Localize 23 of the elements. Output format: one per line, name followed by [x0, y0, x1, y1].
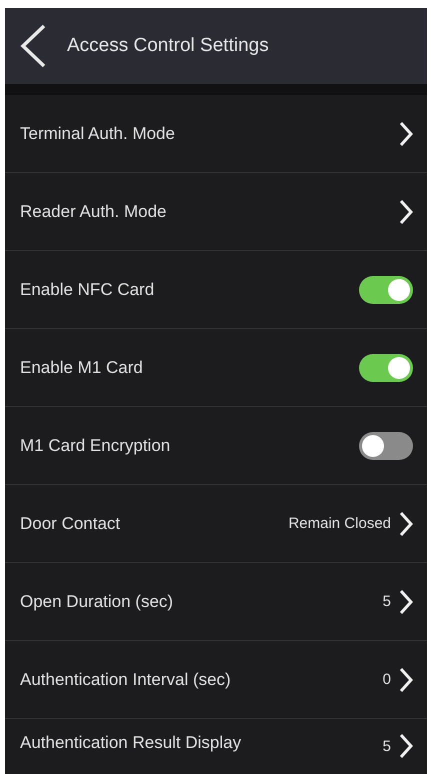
toggle-switch[interactable]	[359, 276, 413, 304]
setting-label: Door Contact	[20, 514, 122, 534]
chevron-right-icon[interactable]	[399, 198, 413, 224]
toggle-switch[interactable]	[359, 354, 413, 382]
toggle-switch[interactable]	[359, 432, 413, 460]
chevron-right-icon[interactable]	[399, 120, 413, 146]
setting-label: Authentication Interval (sec)	[20, 670, 232, 690]
page-title: Access Control Settings	[67, 35, 269, 57]
back-button[interactable]	[19, 24, 47, 68]
chevron-right-icon[interactable]	[399, 588, 413, 614]
setting-label: Enable M1 Card	[20, 358, 144, 378]
setting-value: Remain Closed	[288, 515, 391, 532]
setting-label: M1 Card Encryption	[20, 436, 172, 456]
setting-value: 5	[382, 738, 391, 754]
setting-label: Open Duration (sec)	[20, 592, 174, 612]
setting-label: Enable NFC Card	[20, 280, 156, 300]
setting-label: Authentication Result Display	[20, 733, 242, 753]
setting-value: 0	[382, 671, 391, 688]
setting-label: Terminal Auth. Mode	[20, 124, 176, 144]
setting-label: Reader Auth. Mode	[20, 202, 168, 222]
setting-value: 5	[382, 593, 391, 610]
chevron-right-icon[interactable]	[399, 510, 413, 536]
chevron-right-icon[interactable]	[399, 666, 413, 692]
